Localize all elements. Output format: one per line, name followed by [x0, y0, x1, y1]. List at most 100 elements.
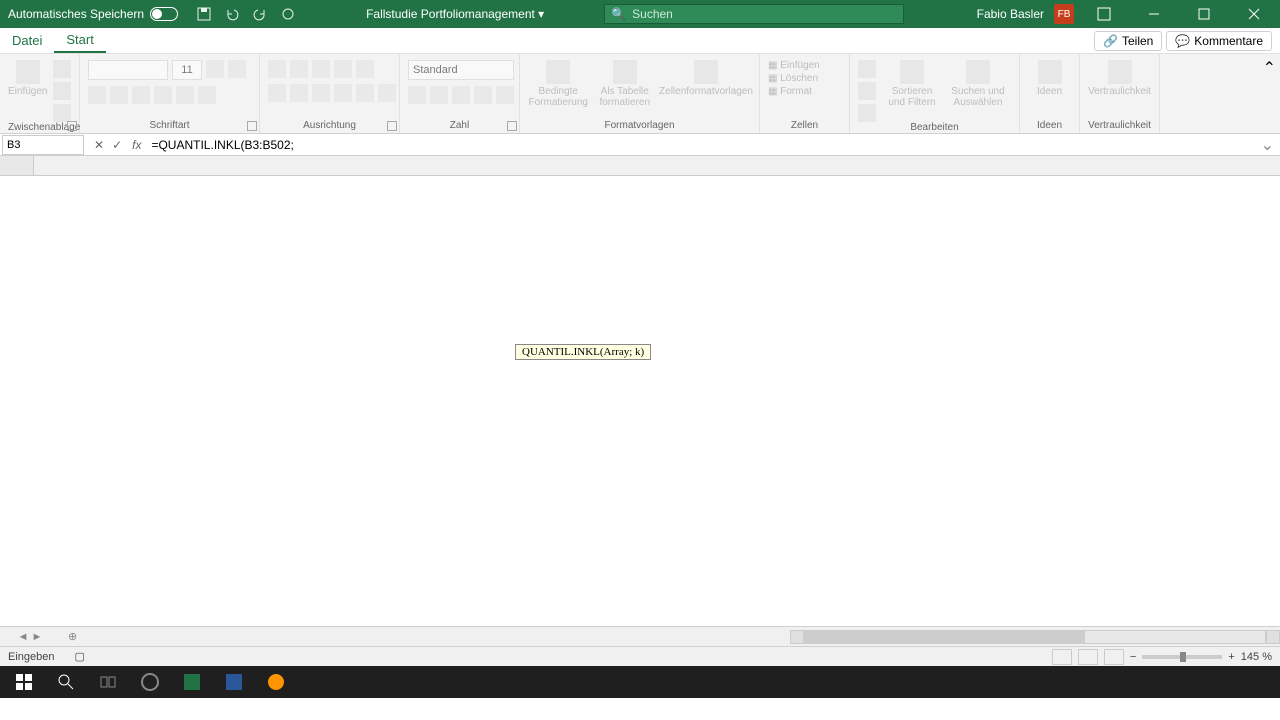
user-name[interactable]: Fabio Basler	[977, 7, 1044, 21]
name-box[interactable]	[2, 135, 84, 155]
zoom-out-icon[interactable]: −	[1130, 651, 1136, 663]
zoom-in-icon[interactable]: +	[1228, 651, 1234, 663]
align-left-icon[interactable]	[268, 84, 286, 102]
align-top-icon[interactable]	[268, 60, 286, 78]
maximize-button[interactable]	[1184, 0, 1224, 28]
alignment-launcher[interactable]	[387, 121, 397, 131]
copy-icon[interactable]	[53, 82, 71, 100]
firefox-taskbar-icon[interactable]	[256, 666, 296, 698]
accept-formula-icon[interactable]: ✓	[112, 138, 122, 152]
start-button[interactable]	[4, 666, 44, 698]
ideas-button[interactable]: Ideen	[1028, 60, 1071, 97]
font-name-combo[interactable]	[88, 60, 168, 80]
align-right-icon[interactable]	[312, 84, 330, 102]
ribbon-mode-icon[interactable]	[1084, 0, 1124, 28]
spreadsheet-grid[interactable]: QUANTIL.INKL(Array; k)	[0, 156, 1280, 626]
new-sheet-button[interactable]: ⊕	[60, 630, 85, 643]
underline-icon[interactable]	[132, 86, 150, 104]
orientation-icon[interactable]	[334, 60, 352, 78]
sensitivity-button[interactable]: Vertraulichkeit	[1088, 60, 1151, 97]
wrap-text-icon[interactable]	[356, 60, 374, 78]
select-all-corner[interactable]	[0, 156, 34, 175]
cancel-formula-icon[interactable]: ✕	[94, 138, 104, 152]
undo-icon[interactable]	[224, 6, 240, 22]
sheet-nav[interactable]: ◄ ►	[0, 631, 60, 643]
indent-decrease-icon[interactable]	[334, 84, 352, 102]
formula-input[interactable]: =QUANTIL.INKL(B3:B502;	[147, 136, 1254, 154]
minimize-button[interactable]	[1134, 0, 1174, 28]
clipboard-launcher[interactable]	[67, 121, 77, 131]
percent-icon[interactable]	[430, 86, 448, 104]
touch-icon[interactable]	[280, 6, 296, 22]
find-select-button[interactable]: Suchen und Auswählen	[948, 60, 1008, 108]
task-view-icon[interactable]	[88, 666, 128, 698]
font-size-combo[interactable]	[172, 60, 202, 80]
border-icon[interactable]	[154, 86, 172, 104]
sort-filter-button[interactable]: Sortieren und Filtern	[882, 60, 942, 108]
autosave-toggle[interactable]: Automatisches Speichern	[0, 7, 186, 21]
search-box[interactable]: 🔍 Suchen	[604, 4, 904, 24]
status-mode: Eingeben	[8, 651, 55, 663]
close-button[interactable]	[1234, 0, 1274, 28]
format-painter-icon[interactable]	[53, 104, 71, 122]
obs-icon[interactable]	[130, 666, 170, 698]
page-break-view-icon[interactable]	[1104, 649, 1124, 665]
number-launcher[interactable]	[507, 121, 517, 131]
normal-view-icon[interactable]	[1052, 649, 1072, 665]
currency-icon[interactable]	[408, 86, 426, 104]
search-taskbar-icon[interactable]	[46, 666, 86, 698]
scroll-right-icon[interactable]	[1266, 630, 1280, 644]
scroll-left-icon[interactable]	[790, 630, 804, 644]
group-clipboard-label: Zwischenablage	[8, 122, 71, 135]
decrease-font-icon[interactable]	[228, 60, 246, 78]
cut-icon[interactable]	[53, 60, 71, 78]
fx-icon[interactable]: fx	[132, 138, 147, 152]
horizontal-scrollbar[interactable]	[790, 630, 1280, 644]
redo-icon[interactable]	[252, 6, 268, 22]
format-as-table-button[interactable]: Als Tabelle formatieren	[595, 60, 656, 108]
decrease-decimal-icon[interactable]	[496, 86, 514, 104]
increase-decimal-icon[interactable]	[474, 86, 492, 104]
fill-icon[interactable]	[858, 82, 876, 100]
comments-button[interactable]: 💬 Kommentare	[1166, 31, 1272, 51]
group-alignment-label: Ausrichtung	[268, 120, 391, 133]
conditional-formatting-button[interactable]: Bedingte Formatierung	[528, 60, 589, 108]
comma-icon[interactable]	[452, 86, 470, 104]
share-button[interactable]: 🔗 Teilen	[1094, 31, 1162, 51]
insert-cells-button[interactable]: ▦ Einfügen	[768, 60, 820, 71]
tab-start[interactable]: Start	[54, 28, 105, 53]
number-format-combo[interactable]: Standard	[408, 60, 514, 80]
macro-record-icon[interactable]: ▢	[75, 650, 85, 663]
merge-icon[interactable]	[378, 84, 396, 102]
fill-color-icon[interactable]	[176, 86, 194, 104]
excel-taskbar-icon[interactable]	[172, 666, 212, 698]
align-center-icon[interactable]	[290, 84, 308, 102]
align-middle-icon[interactable]	[290, 60, 308, 78]
delete-cells-button[interactable]: ▦ Löschen	[768, 73, 818, 84]
zoom-level[interactable]: 145 %	[1241, 651, 1272, 663]
zoom-slider[interactable]	[1142, 655, 1222, 659]
save-icon[interactable]	[196, 6, 212, 22]
indent-increase-icon[interactable]	[356, 84, 374, 102]
tab-file[interactable]: Datei	[0, 28, 54, 53]
italic-icon[interactable]	[110, 86, 128, 104]
document-title[interactable]: Fallstudie Portfoliomanagement ▾	[366, 7, 544, 21]
expand-formula-icon[interactable]: ⌄	[1255, 135, 1280, 155]
user-avatar[interactable]: FB	[1054, 4, 1074, 24]
paste-button[interactable]: Einfügen	[8, 60, 47, 97]
word-taskbar-icon[interactable]	[214, 666, 254, 698]
font-color-icon[interactable]	[198, 86, 216, 104]
page-layout-view-icon[interactable]	[1078, 649, 1098, 665]
font-launcher[interactable]	[247, 121, 257, 131]
collapse-ribbon-icon[interactable]: ⌃	[1259, 54, 1280, 133]
group-font-label: Schriftart	[88, 120, 251, 133]
bold-icon[interactable]	[88, 86, 106, 104]
align-bottom-icon[interactable]	[312, 60, 330, 78]
cell-styles-button[interactable]: Zellenformatvorlagen	[661, 60, 751, 97]
autosum-icon[interactable]	[858, 60, 876, 78]
format-cells-button[interactable]: ▦ Format	[768, 86, 812, 97]
clear-icon[interactable]	[858, 104, 876, 122]
search-icon: 🔍	[611, 7, 626, 21]
toggle-switch[interactable]	[150, 7, 178, 21]
increase-font-icon[interactable]	[206, 60, 224, 78]
